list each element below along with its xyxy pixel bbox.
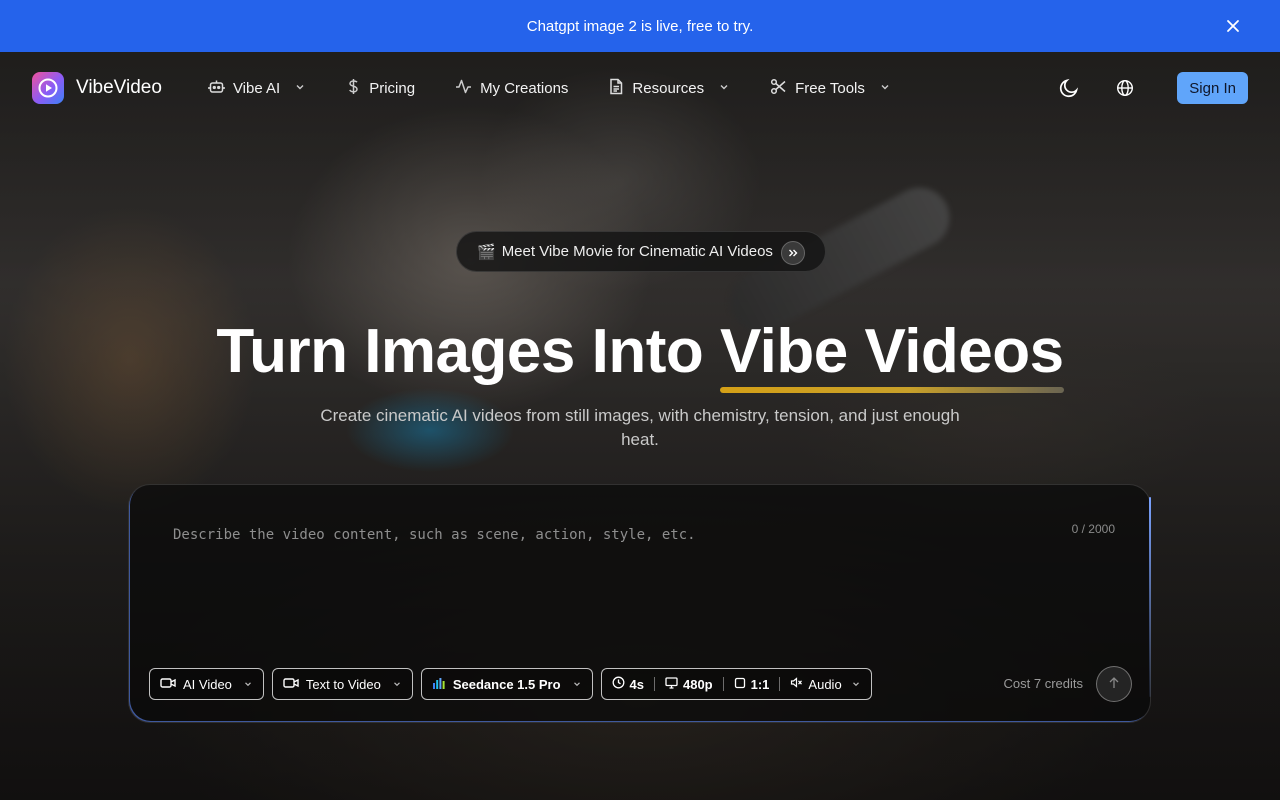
video-icon bbox=[160, 676, 176, 693]
arrow-up-icon bbox=[1107, 676, 1121, 693]
nav-item-vibe-ai[interactable]: Vibe AI bbox=[208, 78, 306, 99]
dollar-icon bbox=[346, 78, 361, 99]
chevron-down-icon bbox=[243, 677, 253, 692]
nav-label: Pricing bbox=[369, 79, 416, 97]
nav-label: My Creations bbox=[480, 79, 569, 97]
double-chevron-right-icon bbox=[781, 241, 805, 265]
mode-label: AI Video bbox=[183, 676, 232, 692]
nav-actions: Sign In bbox=[1057, 72, 1248, 104]
model-bars-icon bbox=[432, 676, 446, 693]
speaker-muted-icon bbox=[790, 676, 803, 692]
nav-item-pricing[interactable]: Pricing bbox=[346, 78, 415, 99]
square-icon bbox=[734, 677, 746, 692]
divider bbox=[722, 677, 724, 691]
model-label: Seedance 1.5 Pro bbox=[452, 676, 561, 692]
chevron-down-icon bbox=[851, 677, 861, 692]
duration-value: 4s bbox=[629, 676, 644, 692]
chevron-down-icon bbox=[879, 80, 891, 97]
monitor-icon bbox=[665, 676, 678, 692]
top-nav: VibeVideo Vibe AI Pricing My Creations R… bbox=[0, 52, 1280, 124]
clapperboard-icon: 🎬 bbox=[477, 243, 496, 261]
activity-icon bbox=[455, 78, 472, 99]
audio-setting[interactable]: Audio bbox=[790, 676, 860, 692]
duration-setting[interactable]: 4s bbox=[612, 676, 644, 692]
divider bbox=[653, 677, 655, 691]
close-icon[interactable] bbox=[1224, 17, 1242, 35]
resolution-value: 480p bbox=[682, 676, 713, 692]
clock-icon bbox=[612, 676, 625, 692]
sign-in-button[interactable]: Sign In bbox=[1177, 72, 1248, 104]
nav-label: Vibe AI bbox=[232, 79, 281, 97]
brand-name: VibeVideo bbox=[76, 77, 162, 98]
chevron-down-icon bbox=[718, 80, 730, 97]
nav-item-free-tools[interactable]: Free Tools bbox=[770, 78, 891, 99]
scissors-icon bbox=[770, 78, 787, 99]
headline-highlight: Vibe Videos bbox=[719, 317, 1064, 393]
nav-item-resources[interactable]: Resources bbox=[608, 78, 730, 99]
resolution-setting[interactable]: 480p bbox=[665, 676, 713, 692]
character-counter: 0 / 2000 bbox=[1071, 522, 1115, 536]
generation-type-select[interactable]: Text to Video bbox=[271, 668, 413, 700]
prompt-box: 0 / 2000 AI Video Tex bbox=[128, 484, 1151, 723]
document-icon bbox=[608, 78, 624, 99]
chevron-down-icon bbox=[572, 677, 582, 692]
audio-label: Audio bbox=[808, 676, 842, 692]
nav-label: Resources bbox=[632, 79, 705, 97]
model-select[interactable]: Seedance 1.5 Pro bbox=[420, 668, 593, 700]
logo-icon bbox=[32, 72, 64, 104]
chevron-down-icon bbox=[392, 677, 402, 692]
generation-type-label: Text to Video bbox=[305, 676, 381, 692]
nav-item-my-creations[interactable]: My Creations bbox=[455, 78, 568, 99]
announcement-text[interactable]: Chatgpt image 2 is live, free to try. bbox=[527, 18, 754, 35]
nav-label: Free Tools bbox=[795, 79, 865, 97]
robot-icon bbox=[208, 78, 225, 99]
prompt-input[interactable] bbox=[173, 527, 1033, 647]
video-settings-group: 4s 480p 1:1 Audio bbox=[600, 668, 872, 700]
headline-text: Turn Images Into bbox=[216, 317, 720, 386]
prompt-toolbar: AI Video Text to Video Seedance 1.5 Pro … bbox=[149, 668, 872, 700]
aspect-ratio-value: 1:1 bbox=[750, 676, 770, 692]
page-title: Turn Images Into Vibe Videos bbox=[0, 316, 1280, 393]
divider bbox=[779, 677, 781, 691]
moon-icon[interactable] bbox=[1057, 76, 1081, 100]
announcement-pill[interactable]: 🎬 Meet Vibe Movie for Cinematic AI Video… bbox=[456, 231, 826, 272]
submit-button[interactable] bbox=[1096, 666, 1132, 702]
aspect-ratio-setting[interactable]: 1:1 bbox=[734, 676, 770, 692]
hero-subtitle: Create cinematic AI videos from still im… bbox=[320, 406, 960, 449]
chevron-down-icon bbox=[294, 80, 306, 97]
globe-icon[interactable] bbox=[1113, 76, 1137, 100]
video-icon bbox=[283, 676, 299, 693]
announcement-bar: Chatgpt image 2 is live, free to try. bbox=[0, 0, 1280, 52]
pill-text: Meet Vibe Movie for Cinematic AI Videos bbox=[501, 243, 773, 260]
mode-select[interactable]: AI Video bbox=[149, 668, 264, 700]
cost-label: Cost 7 credits bbox=[1003, 676, 1083, 691]
brand[interactable]: VibeVideo bbox=[32, 72, 162, 104]
